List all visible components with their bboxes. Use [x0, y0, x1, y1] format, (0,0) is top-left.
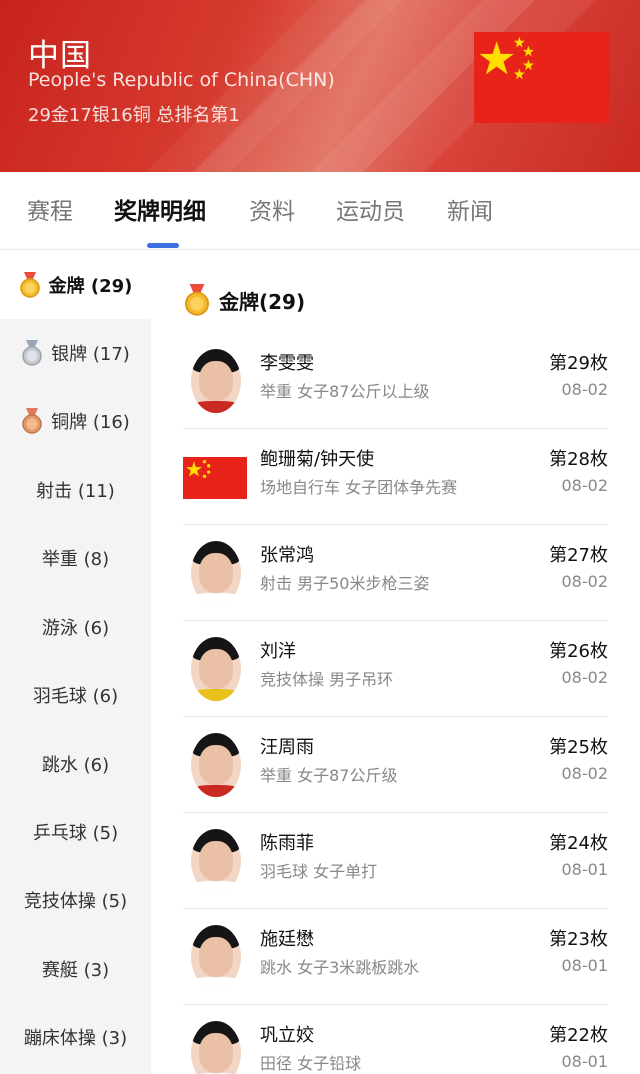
country-full-name: People's Republic of China(CHN)	[28, 69, 335, 91]
sidebar-item-shooting[interactable]: 射击 (11)	[0, 456, 151, 524]
sidebar-item-badminton[interactable]: 羽毛球 (6)	[0, 661, 151, 729]
sidebar-item-label: 射击 (11)	[36, 481, 115, 502]
tab-schedule[interactable]: 赛程	[27, 192, 73, 226]
medal-list-item[interactable]: 施廷懋 跳水 女子3米跳板跳水 第23枚 08-01	[183, 909, 608, 1005]
medal-date: 08-01	[561, 956, 609, 975]
medal-date: 08-02	[561, 572, 609, 591]
silver-medal-icon	[22, 340, 42, 366]
medal-rank: 第29枚	[549, 353, 608, 374]
medal-summary: 29金17银16铜 总排名第1	[28, 105, 240, 126]
event-name: 场地自行车 女子团体争先赛	[260, 478, 458, 497]
sidebar-item-label: 赛艇 (3)	[41, 960, 110, 981]
medal-rank: 第23枚	[549, 929, 608, 950]
athlete-avatar	[191, 541, 241, 605]
medal-list-item[interactable]: 巩立姣 田径 女子铅球 第22枚 08-01	[183, 1005, 608, 1074]
athlete-avatar	[191, 829, 241, 893]
tab-medal-details[interactable]: 奖牌明细	[114, 192, 206, 226]
medal-date: 08-02	[561, 764, 609, 783]
sidebar-item-label: 蹦床体操 (3)	[23, 1028, 128, 1049]
bronze-medal-icon	[22, 408, 42, 434]
sidebar-item-label: 举重 (8)	[41, 549, 110, 570]
medal-list-item[interactable]: 陈雨菲 羽毛球 女子单打 第24枚 08-01	[183, 813, 608, 909]
athlete-avatar	[191, 637, 241, 701]
athlete-name: 鲍珊菊/钟天使	[260, 449, 375, 470]
sidebar-item-label: 乒乓球 (5)	[32, 823, 119, 844]
sidebar-item-label: 金牌 (29)	[48, 276, 133, 297]
athlete-avatar	[191, 925, 241, 989]
athlete-name: 李雯雯	[260, 353, 314, 374]
sidebar-item-artistic-gymnastics[interactable]: 竞技体操 (5)	[0, 866, 151, 934]
sidebar-item-bronze[interactable]: 铜牌 (16)	[0, 387, 151, 455]
athlete-avatar	[191, 1021, 241, 1074]
medal-date: 08-02	[561, 668, 609, 687]
event-name: 举重 女子87公斤级	[260, 766, 398, 785]
event-name: 举重 女子87公斤以上级	[260, 382, 430, 401]
medal-rank: 第28枚	[549, 449, 608, 470]
sidebar-item-label: 铜牌 (16)	[51, 412, 130, 433]
athlete-name: 施廷懋	[260, 929, 314, 950]
event-name: 竞技体操 男子吊环	[260, 670, 394, 689]
athlete-avatar	[191, 733, 241, 797]
medal-list-item[interactable]: 刘洋 竞技体操 男子吊环 第26枚 08-02	[183, 621, 608, 717]
sidebar-item-diving[interactable]: 跳水 (6)	[0, 730, 151, 798]
tab-bar: 赛程 奖牌明细 资料 运动员 新闻	[0, 172, 640, 250]
athlete-name: 刘洋	[260, 641, 296, 662]
event-name: 跳水 女子3米跳板跳水	[260, 958, 420, 977]
china-flag-icon	[474, 32, 610, 123]
event-name: 羽毛球 女子单打	[260, 862, 378, 881]
active-tab-indicator	[147, 243, 179, 248]
medal-list-item[interactable]: 汪周雨 举重 女子87公斤级 第25枚 08-02	[183, 717, 608, 813]
china-flag-icon	[183, 457, 247, 499]
sidebar-item-swimming[interactable]: 游泳 (6)	[0, 593, 151, 661]
tab-profile[interactable]: 资料	[249, 192, 295, 226]
sidebar-item-silver[interactable]: 银牌 (17)	[0, 319, 151, 387]
sidebar-item-trampoline[interactable]: 蹦床体操 (3)	[0, 1003, 151, 1071]
athlete-name: 汪周雨	[260, 737, 314, 758]
medal-date: 08-02	[561, 476, 609, 495]
section-title-label: 金牌(29)	[219, 289, 306, 314]
medal-date: 08-01	[561, 860, 609, 879]
medal-date: 08-02	[561, 380, 609, 399]
sidebar-item-label: 跳水 (6)	[41, 755, 110, 776]
event-name: 田径 女子铅球	[260, 1054, 362, 1073]
athlete-avatar	[191, 349, 241, 413]
gold-medal-icon	[185, 284, 209, 316]
sidebar-item-label: 羽毛球 (6)	[32, 686, 119, 707]
medal-rank: 第27枚	[549, 545, 608, 566]
medal-list-item[interactable]: 张常鸿 射击 男子50米步枪三姿 第27枚 08-02	[183, 525, 608, 621]
athlete-name: 陈雨菲	[260, 833, 314, 854]
country-header: 中国 People's Republic of China(CHN) 29金17…	[0, 0, 640, 172]
category-sidebar: 金牌 (29) 银牌 (17) 铜牌 (16) 射击 (11) 举重 (8) 游…	[0, 251, 151, 1074]
section-title: 金牌(29)	[183, 283, 305, 317]
tab-news[interactable]: 新闻	[447, 192, 493, 226]
sidebar-item-rowing[interactable]: 赛艇 (3)	[0, 935, 151, 1003]
medal-list-item[interactable]: 李雯雯 举重 女子87公斤以上级 第29枚 08-02	[183, 333, 608, 429]
gold-medal-icon	[19, 272, 40, 298]
athlete-name: 张常鸿	[260, 545, 314, 566]
sidebar-item-weightlifting[interactable]: 举重 (8)	[0, 524, 151, 592]
sidebar-item-label: 竞技体操 (5)	[23, 891, 128, 912]
medal-rank: 第24枚	[549, 833, 608, 854]
medal-rank: 第22枚	[549, 1025, 608, 1046]
athlete-name: 巩立姣	[260, 1025, 314, 1046]
medal-list-item[interactable]: 鲍珊菊/钟天使 场地自行车 女子团体争先赛 第28枚 08-02	[183, 429, 608, 525]
sidebar-item-label: 游泳 (6)	[41, 618, 110, 639]
sidebar-item-gold[interactable]: 金牌 (29)	[0, 251, 151, 319]
tab-athletes[interactable]: 运动员	[336, 192, 405, 226]
sidebar-item-label: 银牌 (17)	[51, 344, 130, 365]
event-name: 射击 男子50米步枪三姿	[260, 574, 430, 593]
sidebar-item-table-tennis[interactable]: 乒乓球 (5)	[0, 798, 151, 866]
medal-rank: 第26枚	[549, 641, 608, 662]
medal-date: 08-01	[561, 1052, 609, 1071]
medal-rank: 第25枚	[549, 737, 608, 758]
